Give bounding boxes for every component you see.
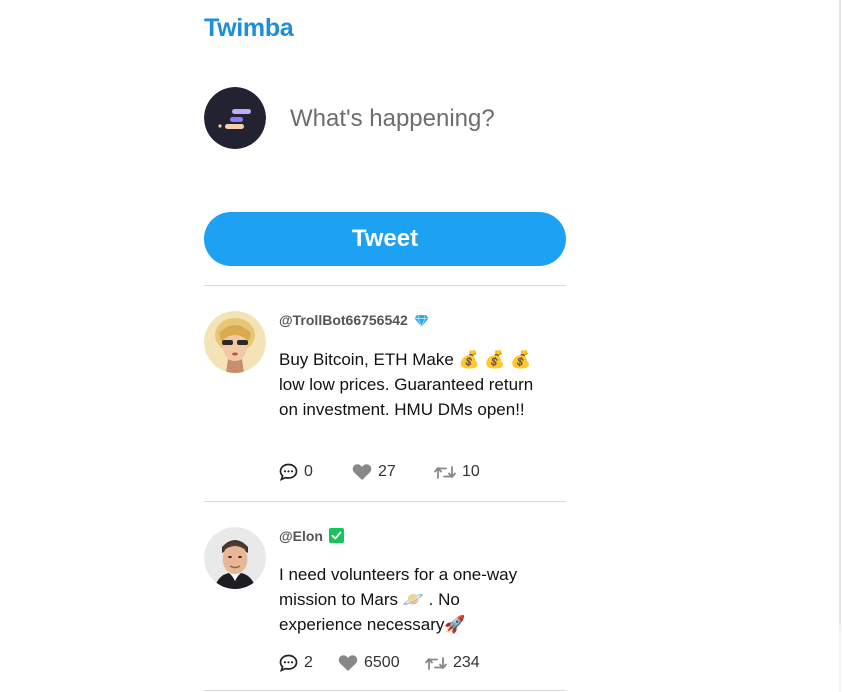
reply-action[interactable]: 2 (279, 653, 313, 673)
compose-tweet-input[interactable] (278, 98, 590, 140)
like-count: 6500 (364, 654, 400, 671)
post-handle-text[interactable]: @TrollBot66756542 (279, 312, 408, 328)
post-handle[interactable]: @TrollBot66756542 (279, 312, 429, 330)
feed-divider (204, 285, 566, 286)
user-avatar (204, 87, 266, 149)
app-logo-title: Twimba (204, 14, 294, 42)
retweet-icon (434, 465, 456, 479)
scrollbar-track-lower (839, 625, 841, 692)
verified-check-icon (328, 528, 344, 546)
tweet-post: @TrollBot66756542 Buy Bitcoin, ETH Make … (204, 311, 566, 491)
post-text: I need volunteers for a one-way mission … (279, 565, 518, 634)
retweet-count: 10 (462, 463, 480, 480)
reply-action[interactable]: 0 (279, 462, 313, 482)
retweet-action[interactable]: 10 (434, 462, 480, 482)
comment-icon (279, 463, 298, 481)
post-text: Buy Bitcoin, ETH Make 💰 💰 💰 low low pric… (279, 350, 534, 419)
scrollbar-track (839, 0, 841, 625)
feed-divider (204, 501, 566, 502)
tweet-button[interactable]: Tweet (204, 212, 566, 266)
post-avatar (204, 311, 266, 373)
retweet-action[interactable]: 234 (425, 653, 480, 673)
reply-count: 0 (304, 463, 313, 480)
like-action[interactable]: 27 (352, 462, 396, 482)
feed-divider (204, 690, 566, 691)
tweet-post: @Elon I need volunteers for a one-way mi… (204, 527, 566, 687)
retweet-icon (425, 656, 447, 670)
post-handle-text[interactable]: @Elon (279, 528, 323, 544)
diamond-icon (414, 314, 429, 330)
like-count: 27 (378, 463, 396, 480)
post-avatar (204, 527, 266, 589)
heart-icon (352, 464, 372, 480)
retweet-count: 234 (453, 654, 480, 671)
reply-count: 2 (304, 654, 313, 671)
like-action[interactable]: 6500 (338, 653, 400, 673)
comment-icon (279, 654, 298, 672)
post-handle[interactable]: @Elon (279, 528, 344, 546)
heart-icon (338, 655, 358, 671)
